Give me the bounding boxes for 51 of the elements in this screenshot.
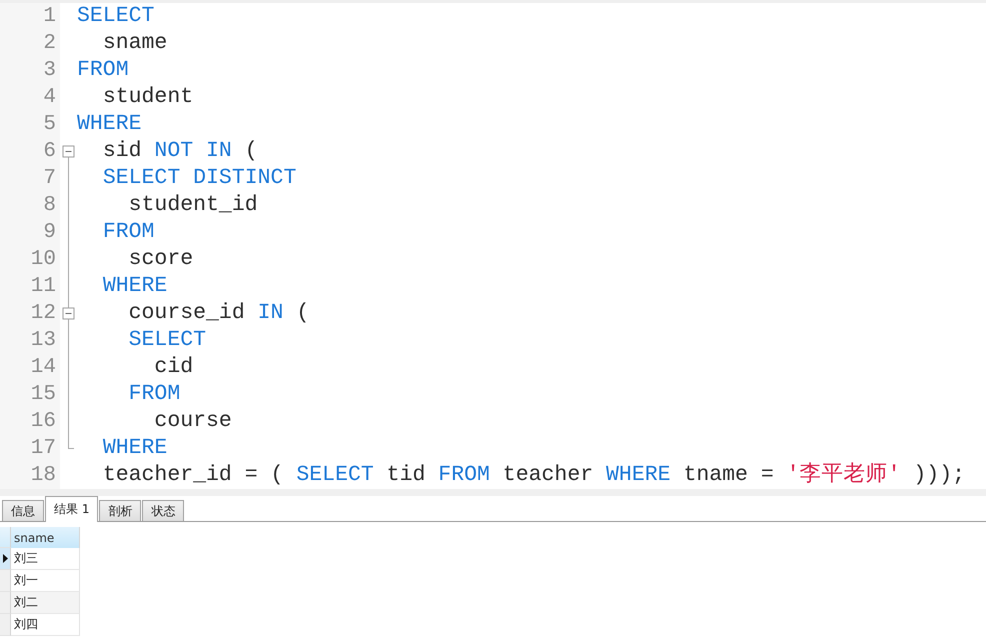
line-number: 3	[43, 58, 56, 84]
code-line: FROM	[102, 219, 154, 246]
splitter-bar[interactable]	[0, 489, 986, 496]
table-cell: 刘二	[11, 592, 80, 614]
line-number: 10	[30, 247, 56, 273]
line-number: 4	[43, 85, 56, 111]
code-line: score	[128, 246, 194, 273]
code-line: FROM	[77, 57, 129, 84]
line-number: 16	[30, 409, 56, 435]
tab[interactable]: 信息	[2, 500, 44, 521]
table-cell: 刘一	[11, 570, 80, 592]
tab[interactable]: 剖析	[99, 500, 142, 521]
line-number: 5	[43, 112, 56, 138]
line-number: 18	[30, 463, 56, 489]
row-header[interactable]	[0, 548, 11, 570]
code-line: student_id	[128, 192, 258, 219]
line-number: 13	[30, 328, 56, 354]
code-line: course	[154, 408, 232, 435]
tab[interactable]: 状态	[142, 500, 184, 521]
line-number: 7	[43, 166, 56, 192]
line-number: 1	[43, 4, 56, 30]
tab[interactable]: 结果 1	[45, 496, 98, 522]
code-line: WHERE	[77, 111, 142, 138]
code-line: SELECT DISTINCT	[102, 165, 296, 192]
collapse-icon[interactable]	[62, 146, 74, 158]
line-number: 11	[30, 274, 56, 300]
line-number: 8	[43, 193, 56, 219]
line-number: 6	[43, 139, 56, 165]
code-line: course_id IN (	[128, 300, 310, 327]
line-number: 17	[30, 436, 56, 462]
line-number: 2	[43, 31, 56, 57]
code-line: SELECT	[128, 327, 206, 354]
code-line: FROM	[128, 381, 180, 408]
code-line: WHERE	[102, 435, 168, 462]
line-number: 9	[43, 220, 56, 246]
code-line: student	[102, 84, 194, 111]
line-number: 15	[30, 382, 56, 408]
row-header	[0, 527, 11, 548]
line-number: 12	[30, 301, 56, 327]
table-cell: 刘四	[11, 614, 80, 636]
code-line: cid	[154, 354, 194, 381]
table-cell: 刘三	[11, 548, 80, 570]
code-line: sname	[102, 30, 168, 57]
code-line: SELECT	[77, 3, 154, 30]
code-line: sid NOT IN (	[102, 138, 258, 165]
code-line: WHERE	[102, 273, 168, 300]
collapse-icon[interactable]	[62, 308, 74, 320]
row-marker-icon	[2, 554, 8, 563]
code-line: teacher_id = ( SELECT tid FROM teacher WHERE tname = '李平老师' )));	[102, 462, 965, 489]
line-number: 14	[30, 355, 56, 381]
column-header[interactable]: sname	[11, 527, 80, 548]
